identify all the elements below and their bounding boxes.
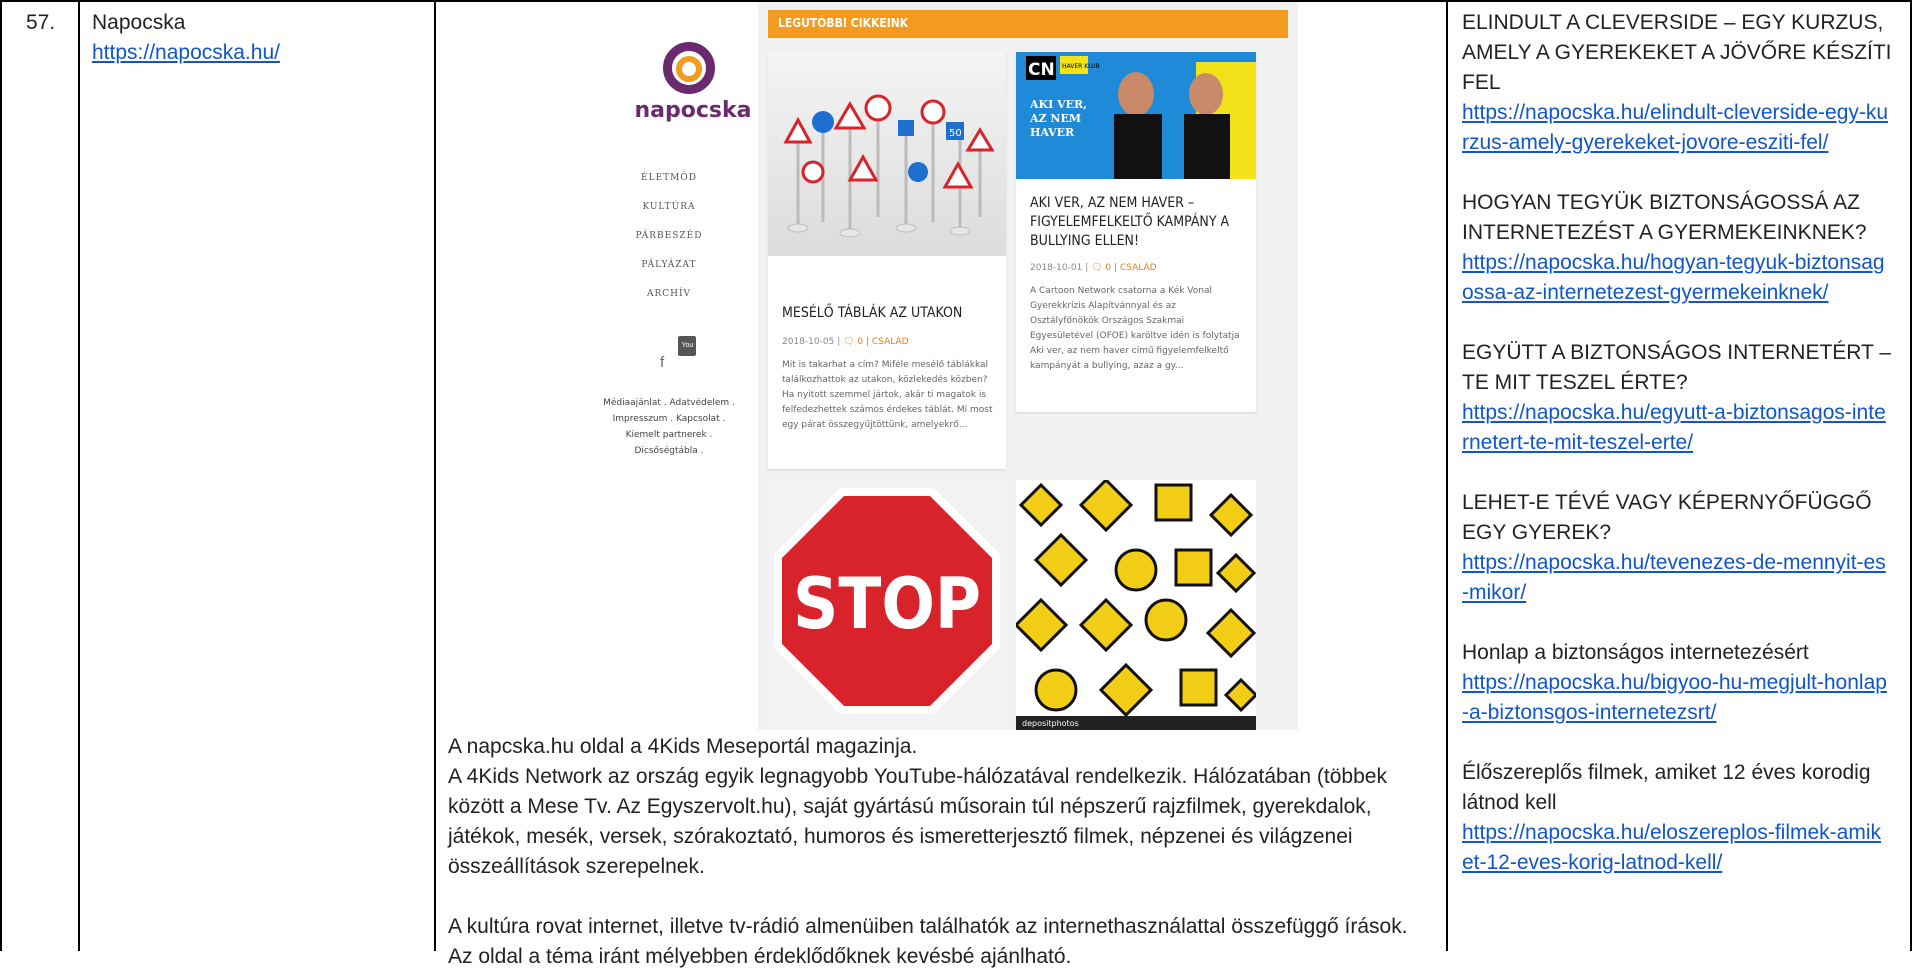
- social-icons: f You Tube: [660, 336, 706, 371]
- article-category: CSALÁD: [871, 337, 909, 347]
- article-link-title: EGYÜTT A BIZTONSÁGOS INTERNETÉRT – TE MI…: [1462, 341, 1892, 394]
- svg-text:AKI VER,: AKI VER,: [1029, 98, 1087, 111]
- article-title: MESÉLŐ TÁBLÁK AZ UTAKON: [782, 305, 963, 321]
- menu-item-parbeszed: PÁRBESZÉD: [635, 231, 703, 241]
- comment-icon: 🗨: [1091, 263, 1103, 273]
- site-screenshot: napocska ÉLETMÓD KULTÚRA PÁRBESZÉD PÁLYÁ…: [590, 2, 1300, 730]
- table-border-left: [0, 0, 2, 951]
- comment-icon: 🗨: [843, 337, 855, 347]
- article-meta: 2018-10-05 | 🗨 0 | CSALÁD: [782, 337, 909, 347]
- article-link-title: Honlap a biztonságos internetezésért: [1462, 641, 1809, 664]
- article-link-title: ELINDULT A CLEVERSIDE – EGY KURZUS, AMEL…: [1462, 11, 1892, 94]
- stop-sign-icon: STOP: [774, 488, 1000, 714]
- article-link[interactable]: https://napocska.hu/eloszereplos-filmek-…: [1462, 821, 1881, 874]
- site-name: Napocska: [92, 11, 186, 34]
- cartoon-network-banner: CN HAVER KLUB AKI VER, AZ NEM HAVER: [1016, 52, 1256, 179]
- article-card: CN HAVER KLUB AKI VER, AZ NEM HAVER AKI …: [1016, 52, 1256, 412]
- site-cell: Napocska https://napocska.hu/: [92, 8, 280, 68]
- article-link-item: LEHET-E TÉVÉ VAGY KÉPERNYŐFÜGGŐ EGY GYER…: [1462, 488, 1892, 608]
- article-link-title: HOGYAN TEGYÜK BIZTONSÁGOSSÁ AZ INTERNETE…: [1462, 191, 1867, 244]
- recent-articles-title: LEGUTÓBBI CIKKEINK: [778, 16, 909, 30]
- article-excerpt: Mit is takarhat a cím? Miféle mesélő táb…: [782, 360, 993, 430]
- comment-count: 0: [1105, 263, 1112, 273]
- article-link[interactable]: https://napocska.hu/hogyan-tegyuk-bizton…: [1462, 251, 1885, 304]
- facebook-icon: f: [660, 354, 665, 371]
- svg-text:50: 50: [949, 128, 962, 139]
- cn-logo: CN: [1028, 60, 1055, 80]
- description-line: között a Mese Tv. Az Egyszervolt.hu), sa…: [448, 795, 1372, 818]
- recent-articles-bar: LEGUTÓBBI CIKKEINK: [768, 10, 1288, 38]
- article-link[interactable]: https://napocska.hu/bigyoo-hu-megjult-ho…: [1462, 671, 1887, 724]
- description-line: A 4Kids Network az ország egyik legnagyo…: [448, 765, 1387, 788]
- article-link[interactable]: https://napocska.hu/tevenezes-de-mennyit…: [1462, 551, 1886, 604]
- footer-line: Médiaajánlat . Adatvédelem .: [603, 398, 735, 408]
- footer-line: Kiemelt partnerek .: [625, 430, 713, 440]
- svg-text:HAVER: HAVER: [1030, 126, 1075, 139]
- article-date: 2018-10-05: [782, 337, 835, 347]
- article-link[interactable]: https://napocska.hu/elindult-cleverside-…: [1462, 101, 1888, 154]
- article-card: 50 MESÉLŐ TÁBLÁK AZ UTAKON 2018-10-05 | …: [768, 52, 1006, 469]
- banner-illustration: CN HAVER KLUB AKI VER, AZ NEM HAVER: [1016, 52, 1256, 179]
- logo-sun-icon: [676, 56, 702, 82]
- footer-line: Impresszum . Kapcsolat .: [612, 414, 726, 424]
- site-description: A napcska.hu oldal a 4Kids Meseportál ma…: [448, 732, 1448, 972]
- article-link-item: ELINDULT A CLEVERSIDE – EGY KURZUS, AMEL…: [1462, 8, 1892, 158]
- menu-item-kultura: KULTÚRA: [642, 202, 696, 212]
- article-meta: 2018-10-01 | 🗨 0 | CSALÁD: [1030, 263, 1157, 273]
- footer-line: Dicsőségtábla .: [634, 446, 704, 456]
- stock-credit: depositphotos: [1022, 719, 1079, 728]
- table-divider-1: [78, 0, 80, 951]
- menu-item-palyazat: PÁLYÁZAT: [641, 260, 697, 270]
- screenshot-sidebar: napocska ÉLETMÓD KULTÚRA PÁRBESZÉD PÁLYÁ…: [590, 2, 751, 730]
- screenshot-menu: ÉLETMÓD KULTÚRA PÁRBESZÉD PÁLYÁZAT ARCHÍ…: [590, 164, 748, 309]
- description-line: A kultúra rovat internet, illetve tv-rád…: [448, 915, 1408, 938]
- article-link-title: LEHET-E TÉVÉ VAGY KÉPERNYŐFÜGGŐ EGY GYER…: [1462, 491, 1872, 544]
- description-line: A napcska.hu oldal a 4Kids Meseportál ma…: [448, 735, 918, 758]
- svg-text:AZ NEM: AZ NEM: [1029, 112, 1081, 125]
- road-signs-illustration: 50: [783, 94, 995, 238]
- klub-label: HAVER KLUB: [1062, 63, 1100, 70]
- menu-item-eletmod: ÉLETMÓD: [641, 173, 697, 183]
- description-line: Az oldal a téma iránt mélyebben érdeklőd…: [448, 945, 1072, 968]
- table-divider-2: [434, 0, 436, 951]
- article-link[interactable]: https://napocska.hu/egyutt-a-biztonsagos…: [1462, 401, 1886, 454]
- article-category: CSALÁD: [1119, 263, 1157, 273]
- article-link-item: HOGYAN TEGYÜK BIZTONSÁGOSSÁ AZ INTERNETE…: [1462, 188, 1892, 308]
- comment-count: 0: [857, 337, 864, 347]
- article-link-title: Élőszereplős filmek, amiket 12 éves koro…: [1462, 761, 1871, 814]
- article-excerpt: A Cartoon Network csatorna a Kék Vonal G…: [1030, 286, 1240, 371]
- article-date: 2018-10-01: [1030, 263, 1083, 273]
- menu-item-archiv: ARCHÍV: [646, 289, 692, 299]
- direction-signs-image: depositphotos: [1016, 480, 1256, 730]
- row-number: 57.: [26, 11, 56, 34]
- logo-text: napocska: [634, 98, 752, 123]
- road-signs-image: 50: [768, 52, 1006, 256]
- description-line: összeállítások szerepelnek.: [448, 855, 705, 878]
- direction-signs-illustration: depositphotos: [1016, 480, 1256, 730]
- stop-text: STOP: [793, 563, 981, 645]
- site-link[interactable]: https://napocska.hu/: [92, 41, 280, 64]
- screenshot-main: LEGUTÓBBI CIKKEINK 50 MESÉLŐ TÁBLÁK AZ U…: [758, 2, 1298, 730]
- youtube-icon: You Tube: [678, 336, 697, 369]
- article-title: AKI VER, AZ NEM HAVER – FIGYELEMFELKELTŐ…: [1030, 195, 1230, 249]
- screenshot-footer: Médiaajánlat . Adatvédelem . Impresszum …: [590, 395, 748, 459]
- article-link-item: Honlap a biztonságos internetezésért htt…: [1462, 638, 1892, 728]
- description-line: játékok, mesék, versek, szórakoztató, hu…: [448, 825, 1353, 848]
- article-link-item: Élőszereplős filmek, amiket 12 éves koro…: [1462, 758, 1892, 878]
- article-link-item: EGYÜTT A BIZTONSÁGOS INTERNETÉRT – TE MI…: [1462, 338, 1892, 458]
- stop-sign-image: STOP: [768, 480, 1006, 730]
- article-links: ELINDULT A CLEVERSIDE – EGY KURZUS, AMEL…: [1462, 8, 1892, 908]
